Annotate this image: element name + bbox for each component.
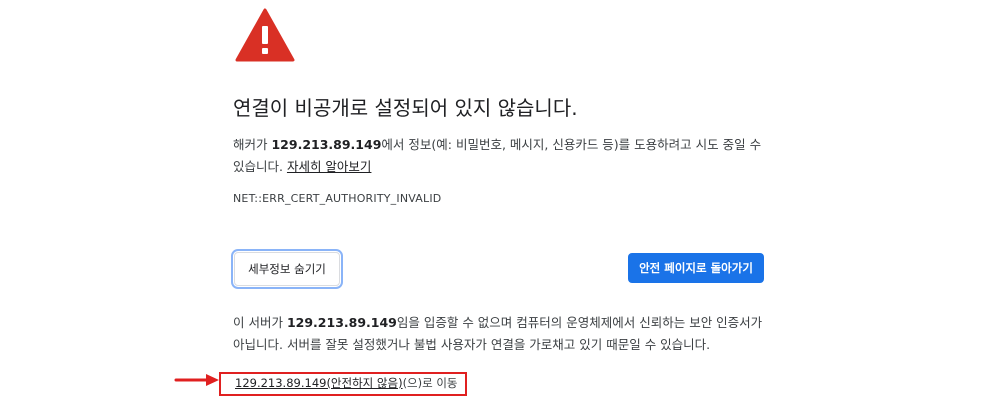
back-to-safety-button[interactable]: 안전 페이지로 돌아가기: [628, 253, 764, 283]
warning-triangle-icon: [235, 8, 295, 62]
details-explanation: 이 서버가 129.213.89.149임을 입증할 수 없으며 컴퓨터의 운영…: [233, 312, 773, 356]
details-host-name: 129.213.89.149: [286, 315, 397, 330]
hide-details-button[interactable]: 세부정보 숨기기: [231, 249, 343, 289]
host-name: 129.213.89.149: [271, 137, 382, 152]
security-description: 해커가 129.213.89.149에서 정보(예: 비밀번호, 메시지, 신용…: [233, 134, 773, 178]
description-prefix: 해커가: [233, 137, 272, 152]
proceed-unsafe-link[interactable]: 129.213.89.149(안전하지 않음): [235, 376, 403, 390]
proceed-suffix: (으)로 이동: [402, 376, 458, 390]
red-arrow-icon: [174, 374, 219, 386]
proceed-line: 129.213.89.149(안전하지 않음)(으)로 이동: [235, 375, 458, 391]
page-title: 연결이 비공개로 설정되어 있지 않습니다.: [233, 96, 578, 120]
learn-more-link[interactable]: 자세히 알아보기: [287, 159, 371, 174]
details-prefix: 이 서버가: [233, 315, 287, 330]
error-code: NET::ERR_CERT_AUTHORITY_INVALID: [233, 192, 442, 205]
